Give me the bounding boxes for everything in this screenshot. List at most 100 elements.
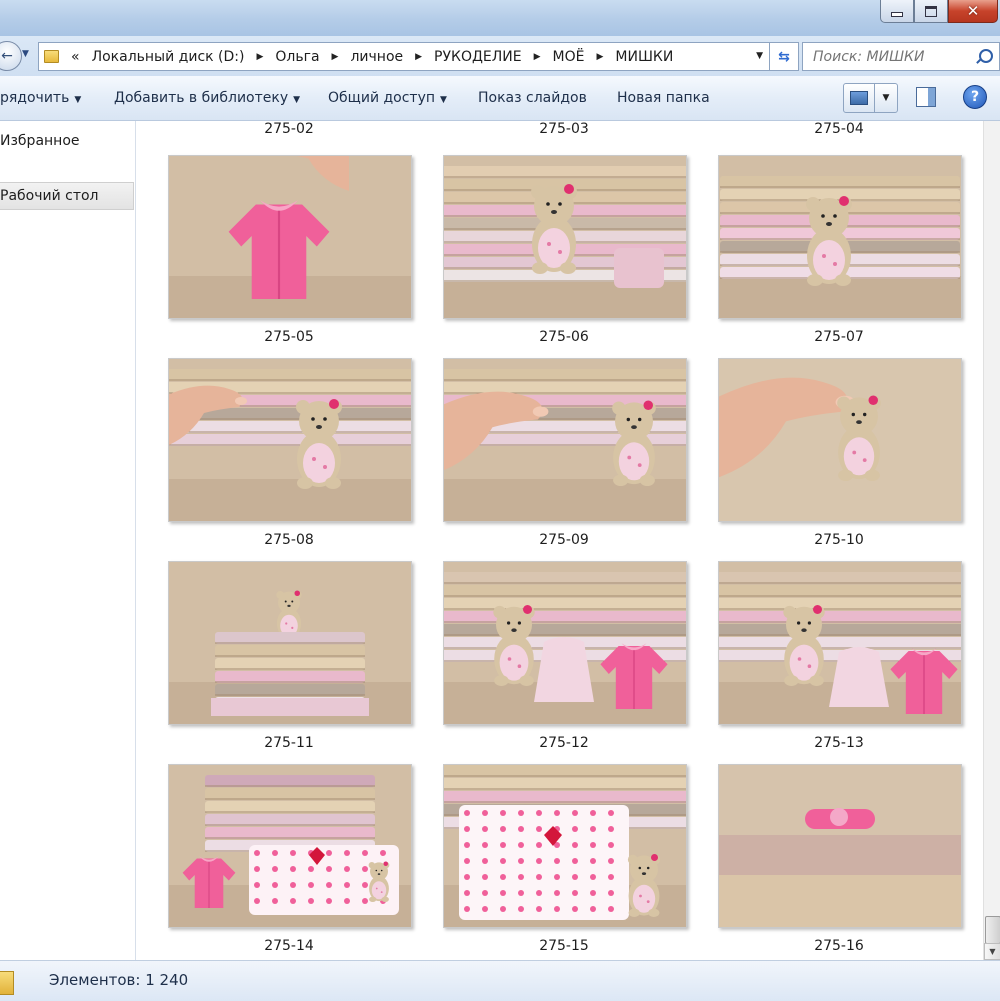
share-menu[interactable]: Общий доступ ▼: [328, 90, 447, 106]
file-thumbnail[interactable]: [168, 358, 412, 522]
breadcrumb-drive[interactable]: Локальный диск (D:): [92, 49, 245, 65]
file-thumbnail[interactable]: [718, 764, 962, 928]
organize-menu[interactable]: рядочить ▼: [0, 90, 81, 106]
file-thumbnail[interactable]: [443, 155, 687, 319]
chevron-right-icon[interactable]: ▶: [534, 52, 541, 62]
file-label[interactable]: 275-03: [442, 121, 686, 137]
file-label[interactable]: 275-04: [717, 121, 961, 137]
title-bar: ✕: [0, 0, 1000, 36]
large-icons-view-icon: [850, 91, 868, 105]
new-folder-label: Новая папка: [617, 90, 710, 106]
photo-image: [719, 765, 961, 927]
chevron-down-icon: ▼: [74, 95, 82, 105]
file-label[interactable]: 275-15: [442, 938, 686, 954]
photo-image: [719, 562, 961, 724]
chevron-down-icon: ▼: [293, 95, 301, 105]
photo-image: [444, 359, 686, 521]
chevron-right-icon[interactable]: ▶: [256, 52, 263, 62]
minimize-icon: [891, 11, 903, 17]
vertical-scrollbar[interactable]: ▼: [983, 121, 1000, 960]
file-label[interactable]: 275-11: [167, 735, 411, 751]
add-to-library-label: Добавить в библиотеку: [114, 90, 289, 106]
breadcrumb-crafts[interactable]: РУКОДЕЛИЕ: [434, 49, 522, 65]
nav-desktop[interactable]: Рабочий стол: [0, 182, 134, 210]
help-icon[interactable]: ?: [963, 85, 987, 109]
slideshow-button[interactable]: Показ слайдов: [478, 90, 587, 106]
file-thumbnail[interactable]: [443, 358, 687, 522]
file-thumbnail[interactable]: [718, 155, 962, 319]
file-label[interactable]: 275-16: [717, 938, 961, 954]
share-label: Общий доступ: [328, 90, 436, 106]
chevron-right-icon[interactable]: ▶: [415, 52, 422, 62]
address-dropdown[interactable]: ▼: [756, 51, 763, 61]
change-view-button[interactable]: [843, 83, 875, 113]
refresh-button[interactable]: ⇆: [769, 42, 799, 71]
organize-label: рядочить: [0, 90, 70, 106]
file-label[interactable]: 275-06: [442, 329, 686, 345]
view-options-dropdown[interactable]: ▼: [874, 83, 898, 113]
breadcrumb-mine[interactable]: МОЁ: [553, 49, 585, 65]
window-controls: ✕: [880, 0, 998, 24]
close-icon: ✕: [966, 2, 980, 20]
file-thumbnail[interactable]: [168, 764, 412, 928]
scroll-down-arrow-icon[interactable]: ▼: [984, 943, 1000, 960]
search-icon[interactable]: [979, 49, 993, 63]
address-row: ← ▼ « Локальный диск (D:) ▶ Ольга ▶ личн…: [0, 36, 1000, 76]
chevron-right-icon[interactable]: ▶: [332, 52, 339, 62]
maximize-button[interactable]: [914, 0, 948, 23]
photo-image: [169, 156, 411, 318]
file-label[interactable]: 275-02: [167, 121, 411, 137]
search-box[interactable]: [802, 42, 1000, 71]
file-label[interactable]: 275-08: [167, 532, 411, 548]
search-input[interactable]: [811, 47, 980, 66]
file-thumbnail[interactable]: [168, 561, 412, 725]
close-button[interactable]: ✕: [948, 0, 998, 23]
folder-icon: [0, 971, 14, 995]
file-label[interactable]: 275-09: [442, 532, 686, 548]
file-view: 275-02 275-03 275-04 275-05 275-06 275-0…: [136, 121, 983, 960]
preview-pane-icon[interactable]: [916, 87, 936, 107]
address-bar[interactable]: « Локальный диск (D:) ▶ Ольга ▶ личное ▶…: [38, 42, 770, 71]
photo-image: [444, 562, 686, 724]
navigation-pane: Избранное Рабочий стол: [0, 121, 136, 960]
photo-image: [444, 765, 686, 927]
new-folder-button[interactable]: Новая папка: [617, 90, 710, 106]
file-thumbnail[interactable]: [718, 358, 962, 522]
photo-image: [719, 359, 961, 521]
breadcrumb-olga[interactable]: Ольга: [275, 49, 319, 65]
maximize-icon: [925, 5, 937, 17]
file-thumbnail[interactable]: [168, 155, 412, 319]
file-label[interactable]: 275-12: [442, 735, 686, 751]
file-thumbnail[interactable]: [443, 764, 687, 928]
recent-pages-dropdown[interactable]: ▼: [22, 49, 29, 59]
breadcrumb-personal[interactable]: личное: [350, 49, 403, 65]
add-to-library-menu[interactable]: Добавить в библиотеку ▼: [114, 90, 300, 106]
file-label[interactable]: 275-13: [717, 735, 961, 751]
chevron-down-icon: ▼: [440, 95, 447, 105]
photo-image: [169, 765, 411, 927]
folder-icon: [44, 50, 59, 63]
minimize-button[interactable]: [880, 0, 914, 23]
nav-favorites[interactable]: Избранное: [0, 133, 80, 149]
photo-image: [719, 156, 961, 318]
file-thumbnail[interactable]: [718, 561, 962, 725]
photo-image: [444, 156, 686, 318]
breadcrumb-overflow[interactable]: «: [71, 49, 80, 65]
back-arrow-icon: ←: [1, 48, 13, 64]
file-label[interactable]: 275-07: [717, 329, 961, 345]
file-label[interactable]: 275-05: [167, 329, 411, 345]
chevron-right-icon[interactable]: ▶: [596, 52, 603, 62]
command-bar: рядочить ▼ Добавить в библиотеку ▼ Общий д…: [0, 76, 1000, 121]
photo-image: [169, 359, 411, 521]
refresh-icon: ⇆: [778, 48, 790, 65]
file-label[interactable]: 275-14: [167, 938, 411, 954]
scrollbar-thumb[interactable]: [985, 916, 1000, 944]
status-bar: Элементов: 1 240: [0, 960, 1000, 1001]
breadcrumb-bears[interactable]: МИШКИ: [615, 49, 673, 65]
back-button[interactable]: ←: [0, 41, 22, 71]
item-count: Элементов: 1 240: [49, 971, 189, 989]
file-thumbnail[interactable]: [443, 561, 687, 725]
slideshow-label: Показ слайдов: [478, 90, 587, 106]
photo-image: [169, 562, 411, 724]
file-label[interactable]: 275-10: [717, 532, 961, 548]
